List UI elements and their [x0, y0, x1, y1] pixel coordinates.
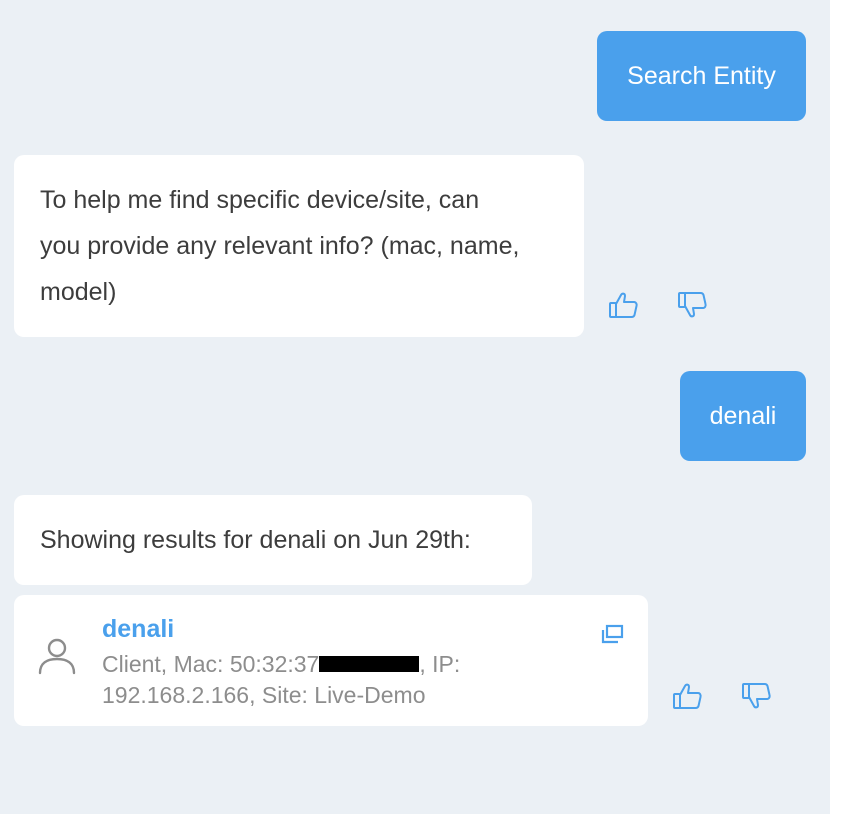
bot-message-results: Showing results for denali on Jun 29th: [14, 495, 532, 585]
user-message-text: Search Entity [627, 61, 776, 90]
feedback-group-2 [672, 681, 772, 711]
bot-message-line: To help me find specific device/site, ca… [40, 186, 480, 214]
user-message-search-entity: Search Entity [597, 31, 806, 121]
thumbs-up-icon[interactable] [608, 290, 639, 320]
result-card[interactable]: denali Client, Mac: 50:32:37 , IP: 192.16… [14, 595, 648, 726]
thumbs-down-icon[interactable] [741, 681, 772, 711]
feedback-group-1 [608, 290, 708, 320]
bot-message-line: you provide any relevant info? (mac, nam… [40, 232, 520, 260]
result-detail-line-2: 192.168.2.166, Site: Live-Demo [102, 682, 426, 708]
thumbs-up-icon[interactable] [672, 681, 703, 711]
user-message-denali: denali [680, 371, 806, 461]
result-mac-text: Client, Mac: 50:32:37 [102, 651, 320, 677]
result-detail-line-1: Client, Mac: 50:32:37 , IP: [102, 649, 522, 680]
user-message-text: denali [709, 401, 777, 430]
scrollbar-gutter [830, 0, 853, 814]
bot-message-line: model) [40, 278, 117, 306]
result-detail: Client, Mac: 50:32:37 , IP: 192.168.2.166… [102, 649, 522, 711]
thumbs-down-icon[interactable] [677, 290, 708, 320]
chat-panel: Search Entity To help me find specific d… [0, 0, 830, 814]
redaction-bar [319, 655, 420, 672]
result-ip-label: , IP: [419, 651, 461, 677]
result-title-link[interactable]: denali [102, 615, 174, 644]
bot-message-text: Showing results for denali on Jun 29th: [40, 526, 471, 554]
bot-message-help: To help me find specific device/site, ca… [14, 155, 584, 337]
open-window-icon[interactable] [600, 624, 624, 644]
user-icon [36, 635, 78, 677]
